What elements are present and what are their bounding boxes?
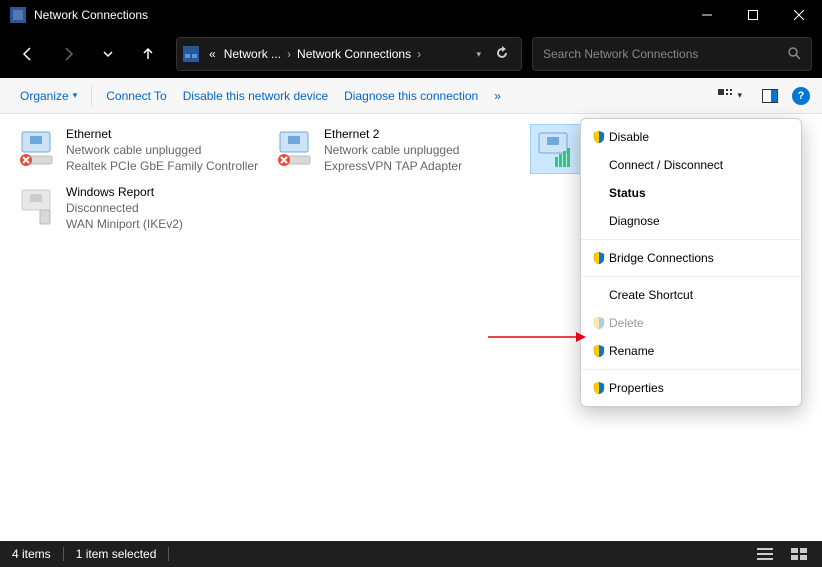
- annotation-arrow: [488, 330, 588, 348]
- menu-delete: Delete: [581, 309, 801, 337]
- item-device: Realtek PCIe GbE Family Controller: [66, 158, 258, 174]
- preview-pane-button[interactable]: [756, 85, 784, 107]
- chevron-right-icon: ›: [415, 47, 423, 61]
- item-name: Windows Report: [66, 184, 183, 200]
- location-icon: [183, 46, 199, 62]
- path-seg-1[interactable]: Network ...: [220, 47, 285, 61]
- back-button[interactable]: [10, 36, 46, 72]
- network-adapter-disconnected-icon: [16, 184, 60, 228]
- network-adapter-connected-icon: [533, 127, 577, 171]
- refresh-button[interactable]: [489, 46, 515, 63]
- item-name: Ethernet 2: [324, 126, 462, 142]
- search-input[interactable]: [543, 47, 787, 61]
- menu-separator: [581, 369, 801, 370]
- menu-diagnose[interactable]: Diagnose: [581, 207, 801, 235]
- path-dropdown-button[interactable]: ▾: [468, 49, 489, 60]
- menu-rename[interactable]: Rename: [581, 337, 801, 365]
- menu-separator: [581, 239, 801, 240]
- address-bar[interactable]: « Network ... › Network Connections › ▾: [176, 37, 522, 71]
- organize-button[interactable]: Organize▾: [12, 85, 85, 107]
- toolbar: Organize▾ Connect To Disable this networ…: [0, 78, 822, 114]
- menu-create-shortcut[interactable]: Create Shortcut: [581, 281, 801, 309]
- shield-icon: [589, 381, 609, 395]
- status-selected: 1 item selected: [76, 547, 170, 561]
- context-menu: Disable Connect / Disconnect Status Diag…: [580, 118, 802, 407]
- network-adapter-icon: [274, 126, 318, 170]
- connect-to-button[interactable]: Connect To: [98, 85, 175, 107]
- window-controls: [684, 0, 822, 30]
- chevron-right-icon: ›: [285, 47, 293, 61]
- search-icon: [787, 46, 801, 63]
- more-button[interactable]: »: [486, 85, 509, 107]
- shield-icon: [589, 344, 609, 358]
- minimize-button[interactable]: [684, 0, 730, 30]
- up-button[interactable]: [130, 36, 166, 72]
- search-box[interactable]: [532, 37, 812, 71]
- network-adapter-icon: [16, 126, 60, 170]
- shield-icon: [589, 316, 609, 330]
- menu-connect-disconnect[interactable]: Connect / Disconnect: [581, 151, 801, 179]
- menu-properties[interactable]: Properties: [581, 374, 801, 402]
- content-area[interactable]: Ethernet Network cable unplugged Realtek…: [0, 114, 822, 541]
- path-seg-2[interactable]: Network Connections: [293, 47, 415, 61]
- menu-disable[interactable]: Disable: [581, 123, 801, 151]
- item-device: ExpressVPN TAP Adapter: [324, 158, 462, 174]
- menu-separator: [581, 276, 801, 277]
- help-button[interactable]: ?: [792, 87, 810, 105]
- shield-icon: [589, 251, 609, 265]
- connection-item[interactable]: Ethernet Network cable unplugged Realtek…: [14, 124, 262, 174]
- connection-item[interactable]: Ethernet 2 Network cable unplugged Expre…: [272, 124, 520, 174]
- nav-bar: « Network ... › Network Connections › ▾: [0, 30, 822, 78]
- window: Network Connections « Network ... › Netw…: [0, 0, 822, 567]
- item-status: Network cable unplugged: [66, 142, 258, 158]
- app-icon: [10, 7, 26, 23]
- maximize-button[interactable]: [730, 0, 776, 30]
- shield-icon: [589, 130, 609, 144]
- diagnose-connection-button[interactable]: Diagnose this connection: [336, 85, 486, 107]
- connection-item[interactable]: Windows Report Disconnected WAN Miniport…: [14, 182, 262, 232]
- path-prefix[interactable]: «: [205, 47, 220, 61]
- view-options-button[interactable]: ▾: [712, 85, 748, 107]
- title-bar: Network Connections: [0, 0, 822, 30]
- recent-button[interactable]: [90, 36, 126, 72]
- tiles-view-button[interactable]: [788, 545, 810, 563]
- item-status: Network cable unplugged: [324, 142, 462, 158]
- menu-bridge[interactable]: Bridge Connections: [581, 244, 801, 272]
- item-status: Disconnected: [66, 200, 183, 216]
- status-count: 4 items: [12, 547, 64, 561]
- window-title: Network Connections: [34, 8, 684, 22]
- forward-button[interactable]: [50, 36, 86, 72]
- close-button[interactable]: [776, 0, 822, 30]
- item-name: Ethernet: [66, 126, 258, 142]
- details-view-button[interactable]: [754, 545, 776, 563]
- status-bar: 4 items 1 item selected: [0, 541, 822, 567]
- menu-status[interactable]: Status: [581, 179, 801, 207]
- disable-device-button[interactable]: Disable this network device: [175, 85, 336, 107]
- item-device: WAN Miniport (IKEv2): [66, 216, 183, 232]
